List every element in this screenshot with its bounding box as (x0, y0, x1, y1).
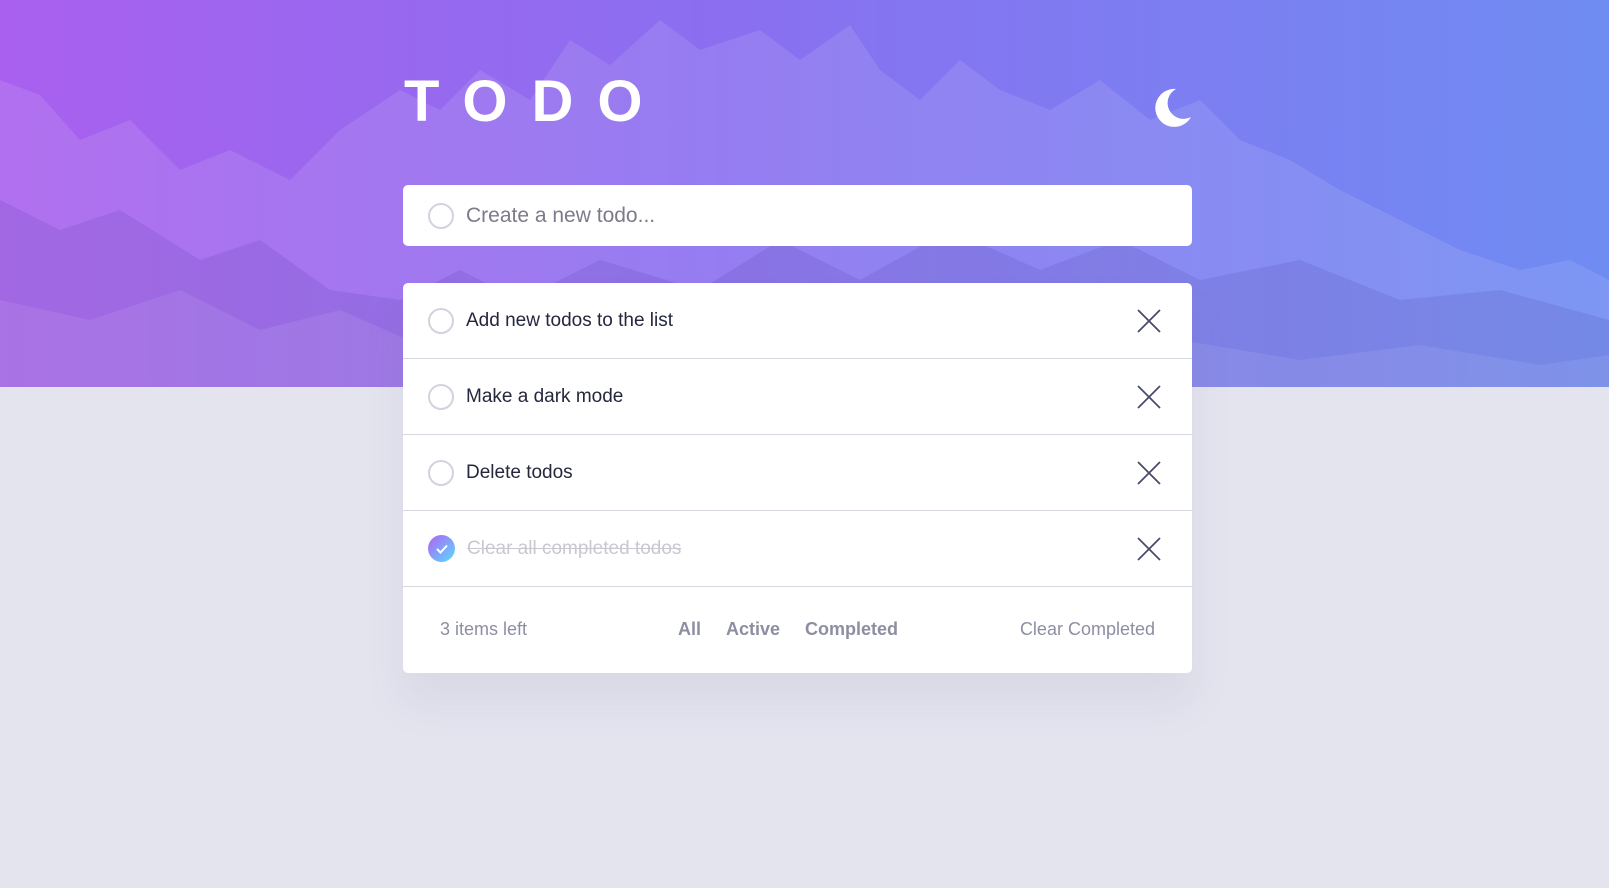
new-todo-bar (403, 185, 1192, 246)
new-todo-input[interactable] (466, 203, 1146, 228)
todo-list: Add new todos to the list Make a dark mo… (403, 283, 1192, 673)
check-icon (435, 544, 448, 554)
cross-icon[interactable] (1136, 308, 1162, 334)
todo-item: Make a dark mode (403, 359, 1192, 435)
page-title: TODO (404, 69, 667, 134)
todo-footer: 3 items left All Active Completed Clear … (403, 587, 1192, 672)
todo-text[interactable]: Add new todos to the list (466, 310, 673, 332)
todo-checkbox-checked[interactable] (428, 535, 455, 562)
cross-icon[interactable] (1136, 384, 1162, 410)
todo-text[interactable]: Clear all completed todos (467, 538, 681, 560)
filter-all[interactable]: All (678, 619, 701, 640)
todo-text[interactable]: Delete todos (466, 462, 573, 484)
todo-item: Delete todos (403, 435, 1192, 511)
filter-active[interactable]: Active (726, 619, 780, 640)
items-left-count: 3 items left (440, 619, 528, 639)
clear-completed-button[interactable]: Clear Completed (1020, 619, 1155, 640)
filter-group: All Active Completed (678, 619, 898, 640)
todo-item: Add new todos to the list (403, 283, 1192, 359)
cross-icon[interactable] (1136, 460, 1162, 486)
todo-checkbox[interactable] (428, 459, 454, 486)
todo-item-completed: Clear all completed todos (403, 511, 1192, 587)
moon-icon[interactable] (1150, 86, 1194, 130)
cross-icon[interactable] (1136, 536, 1162, 562)
todo-text[interactable]: Make a dark mode (466, 386, 623, 408)
todo-checkbox[interactable] (428, 383, 454, 410)
todo-checkbox[interactable] (428, 307, 454, 334)
filter-completed[interactable]: Completed (805, 619, 898, 640)
new-todo-circle-icon[interactable] (428, 202, 454, 229)
